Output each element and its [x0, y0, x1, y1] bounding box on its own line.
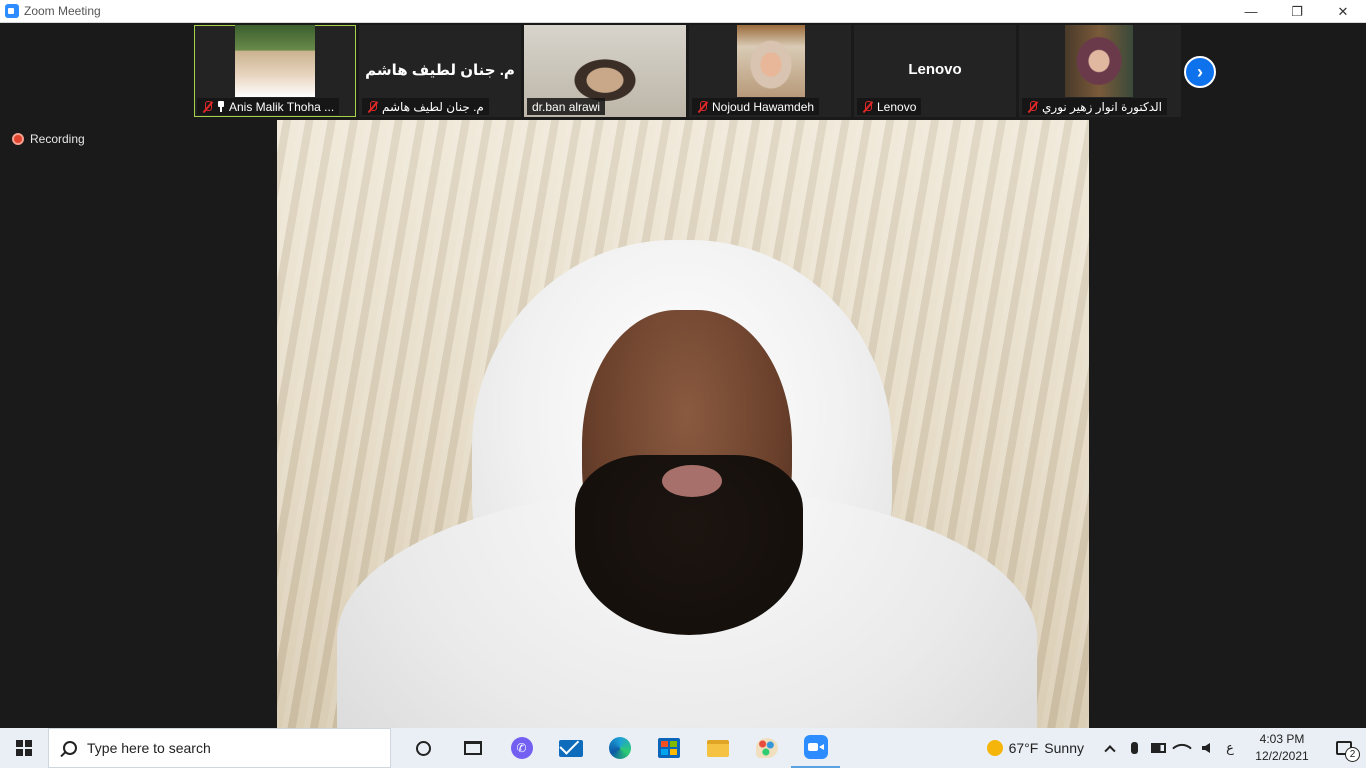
task-view-button[interactable] — [448, 728, 497, 768]
participant-tile[interactable]: dr.ban alrawi — [524, 25, 686, 117]
taskbar-clock[interactable]: 4:03 PM 12/2/2021 — [1242, 731, 1322, 765]
zoom-icon — [803, 735, 828, 759]
search-input[interactable] — [87, 740, 367, 756]
windows-logo-icon — [16, 740, 32, 756]
paint-app-button[interactable] — [742, 728, 791, 768]
folder-icon — [706, 739, 729, 757]
cortana-button[interactable] — [399, 728, 448, 768]
participant-display-name: Lenovo — [908, 61, 962, 78]
meeting-area: Anis Malik Thoha ... م. جنان لطيف هاشم م… — [0, 23, 1366, 728]
input-language-button[interactable]: ع — [1218, 728, 1242, 768]
mic-muted-icon — [862, 100, 873, 113]
participant-name: Anis Malik Thoha ... — [229, 99, 335, 114]
store-icon — [657, 738, 680, 758]
taskbar-search-box[interactable] — [48, 728, 391, 768]
participant-name: dr.ban alrawi — [532, 99, 601, 114]
window-controls: — ❐ ✕ — [1228, 0, 1366, 23]
participant-name: Lenovo — [877, 99, 917, 114]
windows-taskbar: ✆ 67°F Sunny ع 4:03 PM 12/2/2021 2 — [0, 728, 1366, 768]
participant-strip: Anis Malik Thoha ... م. جنان لطيف هاشم م… — [194, 25, 1181, 117]
microphone-icon — [1130, 742, 1138, 754]
participant-nameplate: الدكتورة انوار زهير نوري — [1022, 98, 1167, 115]
mic-muted-icon — [697, 100, 708, 113]
participant-video-thumbnail — [737, 25, 805, 97]
search-icon — [63, 741, 77, 755]
task-view-icon — [463, 741, 482, 755]
restore-button[interactable]: ❐ — [1274, 0, 1320, 23]
sun-icon — [986, 740, 1003, 756]
participant-nameplate: Lenovo — [857, 98, 922, 115]
notification-count-badge: 2 — [1345, 747, 1360, 762]
viber-icon: ✆ — [510, 737, 533, 759]
start-button[interactable] — [0, 728, 48, 768]
participant-name: الدكتورة انوار زهير نوري — [1042, 99, 1162, 114]
participant-tile[interactable]: م. جنان لطيف هاشم م. جنان لطيف هاشم — [359, 25, 521, 117]
weather-condition: Sunny — [1044, 740, 1084, 756]
edge-app-button[interactable] — [595, 728, 644, 768]
notification-center-button[interactable]: 2 — [1322, 728, 1366, 768]
show-hidden-icons-button[interactable] — [1098, 728, 1122, 768]
mic-muted-icon — [1027, 100, 1038, 113]
recording-icon — [12, 133, 24, 145]
edge-icon — [608, 737, 631, 759]
next-page-button[interactable]: › — [1184, 56, 1216, 88]
participant-display-name: م. جنان لطيف هاشم — [365, 62, 515, 79]
wifi-icon — [1172, 738, 1192, 758]
clock-time: 4:03 PM — [1259, 732, 1305, 746]
cortana-icon — [416, 740, 431, 756]
participant-tile[interactable]: Nojoud Hawamdeh — [689, 25, 851, 117]
minimize-button[interactable]: — — [1228, 0, 1274, 23]
microphone-tray-button[interactable] — [1122, 728, 1146, 768]
window-title: Zoom Meeting — [24, 4, 101, 18]
close-button[interactable]: ✕ — [1320, 0, 1366, 23]
title-bar: Zoom Meeting — ❐ ✕ — [0, 0, 1366, 23]
speaker-mouth — [662, 465, 722, 497]
pin-icon — [217, 101, 225, 112]
store-app-button[interactable] — [644, 728, 693, 768]
participant-nameplate: م. جنان لطيف هاشم — [362, 98, 489, 115]
zoom-app-button[interactable] — [791, 728, 840, 768]
chevron-up-icon — [1104, 745, 1116, 757]
participant-nameplate: Nojoud Hawamdeh — [692, 98, 820, 115]
mic-muted-icon — [202, 100, 213, 113]
viber-app-button[interactable]: ✆ — [497, 728, 546, 768]
speaker-volume-icon — [1202, 743, 1210, 753]
participant-nameplate: Anis Malik Thoha ... — [197, 98, 340, 115]
participant-name: م. جنان لطيف هاشم — [382, 99, 484, 114]
active-speaker-video[interactable] — [277, 120, 1089, 728]
system-tray: 67°F Sunny ع 4:03 PM 12/2/2021 2 — [986, 728, 1366, 768]
network-tray-button[interactable] — [1170, 728, 1194, 768]
recording-indicator[interactable]: Recording — [12, 132, 85, 146]
battery-tray-button[interactable] — [1146, 728, 1170, 768]
recording-label: Recording — [30, 132, 85, 146]
participant-video-thumbnail — [1065, 25, 1133, 97]
volume-tray-button[interactable] — [1194, 728, 1218, 768]
participant-tile[interactable]: الدكتورة انوار زهير نوري — [1019, 25, 1181, 117]
participant-tile[interactable]: Anis Malik Thoha ... — [194, 25, 356, 117]
mail-app-button[interactable] — [546, 728, 595, 768]
mic-muted-icon — [367, 100, 378, 113]
weather-temperature: 67°F — [1008, 740, 1039, 756]
weather-widget[interactable]: 67°F Sunny — [986, 740, 1084, 756]
participant-name: Nojoud Hawamdeh — [712, 99, 815, 114]
participant-video-thumbnail — [235, 25, 315, 97]
mail-icon — [558, 739, 583, 757]
participant-tile[interactable]: Lenovo Lenovo — [854, 25, 1016, 117]
zoom-app-icon — [5, 4, 19, 18]
participant-nameplate: dr.ban alrawi — [527, 98, 606, 115]
paint-palette-icon — [755, 738, 778, 758]
clock-date: 12/2/2021 — [1255, 749, 1309, 763]
taskbar-apps: ✆ — [399, 728, 840, 768]
battery-icon — [1150, 743, 1166, 753]
file-explorer-button[interactable] — [693, 728, 742, 768]
